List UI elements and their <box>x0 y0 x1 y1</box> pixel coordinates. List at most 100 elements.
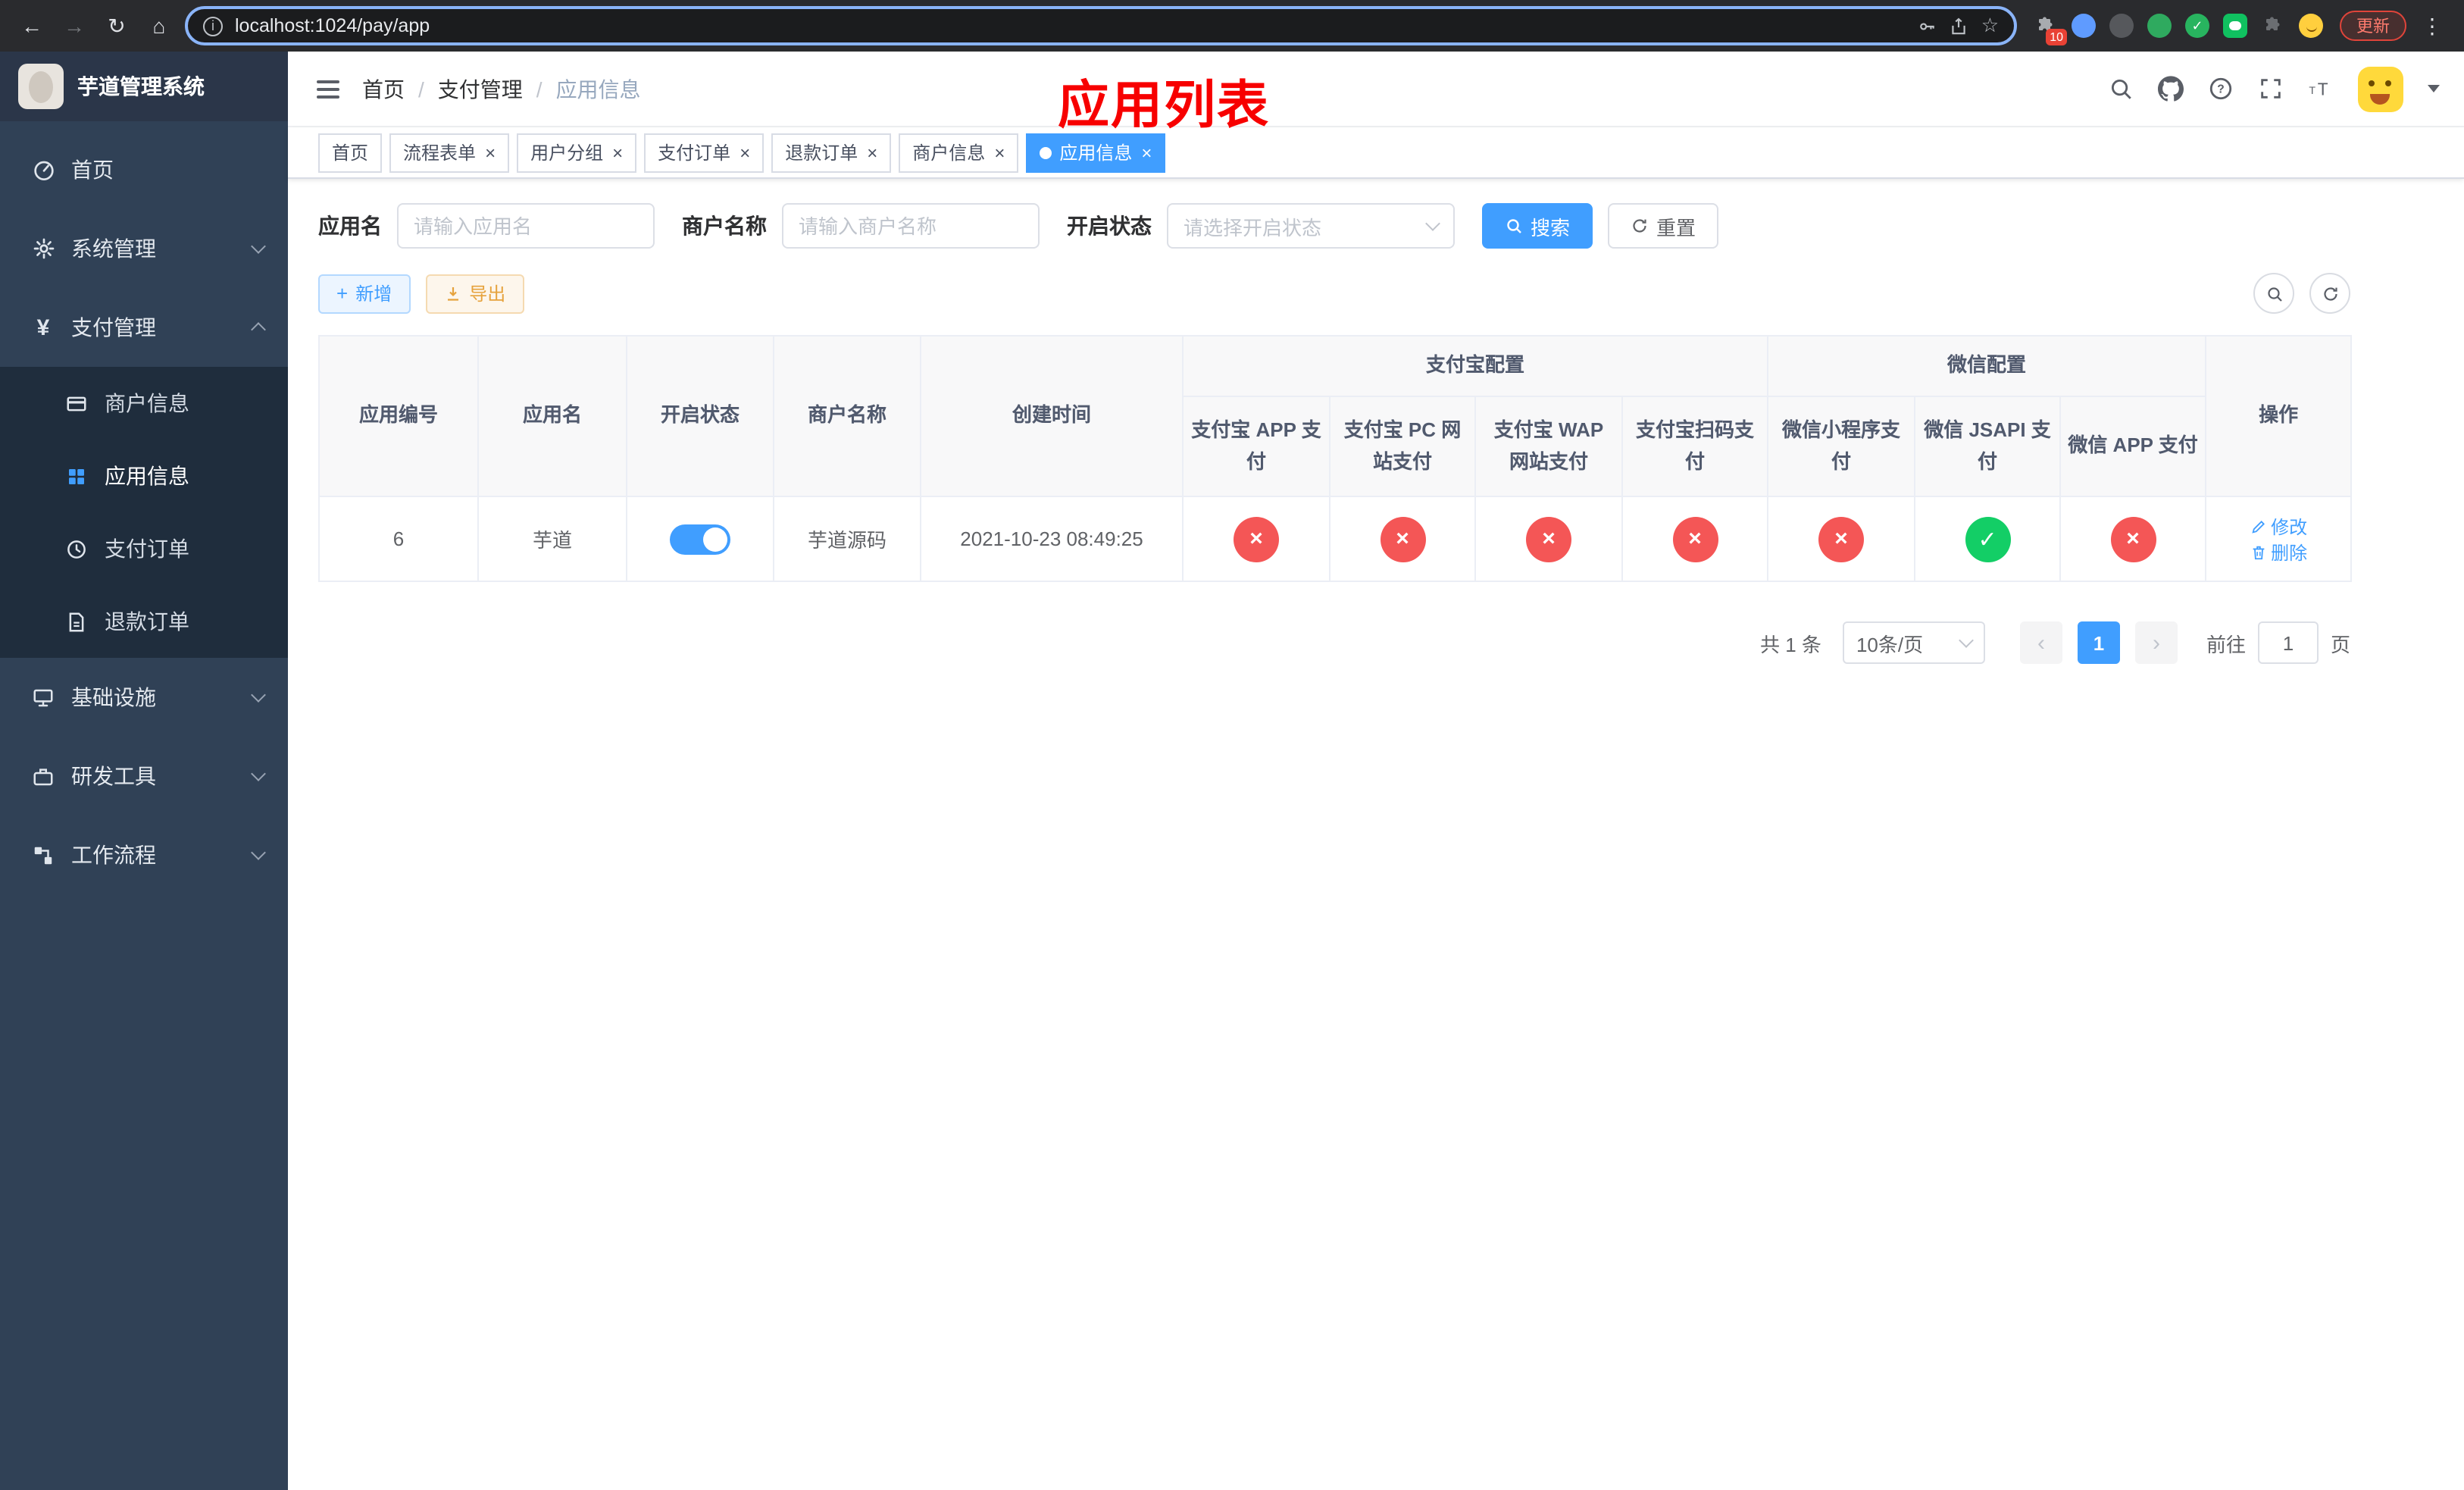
site-info-icon[interactable]: i <box>203 16 223 36</box>
help-icon[interactable]: ? <box>2208 76 2234 102</box>
sidebar-subitem-refund-order[interactable]: 退款订单 <box>0 585 288 658</box>
tab-item[interactable]: 流程表单 × <box>389 133 510 172</box>
sidebar-toggle-icon[interactable] <box>288 80 362 98</box>
tab-item[interactable]: 商户信息 × <box>899 133 1019 172</box>
tab-close-icon[interactable]: × <box>1141 143 1152 161</box>
svg-text:T: T <box>2309 85 2315 97</box>
app-logo-row[interactable]: 芋道管理系统 <box>0 52 288 121</box>
column-header: 微信小程序支付 <box>1767 396 1916 497</box>
sidebar-item-devtools[interactable]: 研发工具 <box>0 737 288 815</box>
sidebar-subitem-pay-order[interactable]: 支付订单 <box>0 512 288 585</box>
tab-item[interactable]: 退款订单 × <box>771 133 892 172</box>
sidebar-submenu: 商户信息 应用信息 支付订单退款订单 <box>0 367 288 658</box>
column-header: 支付宝 WAP 网站支付 <box>1474 396 1623 497</box>
table-head: 应用编号 应用名 开启状态 商户名称 创建时间 支付宝配置 微信配置 操作 支付宝 APP 支付… <box>318 335 2353 497</box>
breadcrumb-item[interactable]: 首页 <box>362 74 405 104</box>
config-cell: × <box>1182 496 1330 582</box>
goto-page: 前往 页 <box>2206 621 2350 664</box>
config-disabled-icon: × <box>1380 516 1425 562</box>
search-icon[interactable] <box>2108 76 2134 102</box>
sidebar-item-payment[interactable]: ¥ 支付管理 <box>0 288 288 367</box>
sidebar-item-home[interactable]: 首页 <box>0 130 288 209</box>
dashboard-icon <box>30 157 56 183</box>
tab-close-icon[interactable]: × <box>994 143 1005 161</box>
extension-emoji-icon[interactable] <box>2299 14 2323 38</box>
back-icon[interactable]: ← <box>15 9 48 42</box>
tab-label: 退款订单 <box>785 142 858 164</box>
tab-close-icon[interactable]: × <box>612 143 623 161</box>
user-menu-caret-icon[interactable] <box>2428 85 2440 92</box>
password-key-icon[interactable] <box>1918 16 1937 36</box>
enabled-switch[interactable] <box>670 524 730 554</box>
card-icon <box>64 390 89 416</box>
breadcrumb-item[interactable]: 支付管理 <box>438 74 523 104</box>
app-name-label: 应用名 <box>318 214 382 238</box>
edit-button[interactable]: 修改 <box>2250 513 2307 539</box>
home-icon[interactable]: ⌂ <box>142 9 176 42</box>
config-cell: ✓ <box>1914 496 2062 582</box>
sidebar-item-workflow[interactable]: 工作流程 <box>0 815 288 894</box>
current-page[interactable]: 1 <box>2077 621 2120 664</box>
merchant-name-label: 商户名称 <box>682 214 767 238</box>
user-avatar[interactable] <box>2358 66 2403 111</box>
column-header: 支付宝扫码支付 <box>1621 396 1769 497</box>
forward-icon[interactable]: → <box>58 9 91 42</box>
delete-button[interactable]: 删除 <box>2250 539 2307 565</box>
navbar-actions: ? TT <box>2108 66 2464 111</box>
page-size-select[interactable]: 10条/页 <box>1842 621 1985 664</box>
sidebar-item-system[interactable]: 系统管理 <box>0 209 288 288</box>
reset-button-label: 重置 <box>1656 216 1696 239</box>
tab-label: 应用信息 <box>1059 142 1133 164</box>
bookmark-star-icon[interactable]: ☆ <box>1981 14 1999 38</box>
refresh-icon[interactable] <box>2309 273 2350 314</box>
extension-chat-icon[interactable] <box>2223 14 2247 38</box>
export-button[interactable]: 导出 <box>425 274 524 313</box>
next-page-button[interactable]: › <box>2134 621 2178 664</box>
browser-update-button[interactable]: 更新 <box>2340 11 2406 41</box>
extension-badge: 10 <box>2046 29 2067 45</box>
prev-page-button[interactable]: ‹ <box>2019 621 2062 664</box>
merchant-name-input[interactable] <box>782 203 1040 249</box>
share-icon[interactable] <box>1950 16 1969 36</box>
extensions-puzzle-icon[interactable]: 10 <box>2034 14 2067 45</box>
sidebar-item-infra[interactable]: 基础设施 <box>0 658 288 737</box>
extension-puzzle2-icon[interactable] <box>2261 14 2285 38</box>
tab-item[interactable]: 用户分组 × <box>517 133 637 172</box>
table-body: 6 芋道 芋道源码 2021-10-23 08:49:25 × × × × × ✓ × 修改 删除 <box>318 496 2353 582</box>
sidebar-menu: 首页 系统管理 ¥ 支付管理 商户信息 应用信息 支付订单退款订单基础设施 研发工具工作流程 <box>0 121 288 1490</box>
browser-menu-icon[interactable]: ⋮ <box>2416 9 2449 42</box>
goto-page-input[interactable] <box>2257 621 2319 664</box>
font-size-icon[interactable]: TT <box>2308 76 2334 102</box>
reset-button[interactable]: 重置 <box>1608 203 1719 249</box>
extension-avatar-icon[interactable] <box>2147 14 2172 38</box>
extension-dark-icon[interactable] <box>2109 14 2134 38</box>
search-button[interactable]: 搜索 <box>1482 203 1593 249</box>
config-cell: × <box>1474 496 1623 582</box>
app-name-input[interactable] <box>397 203 655 249</box>
tab-close-icon[interactable]: × <box>867 143 877 161</box>
tab-label: 流程表单 <box>403 142 477 164</box>
extension-check-icon[interactable]: ✓ <box>2185 14 2209 38</box>
sidebar-item-label: 工作流程 <box>71 843 156 867</box>
fullscreen-icon[interactable] <box>2258 76 2284 102</box>
column-header: 微信 APP 支付 <box>2059 396 2207 497</box>
sidebar-item-label: 支付管理 <box>71 315 156 340</box>
toggle-search-icon[interactable] <box>2253 273 2294 314</box>
tab-item[interactable]: 支付订单 × <box>644 133 765 172</box>
github-icon[interactable] <box>2158 76 2184 102</box>
tab-close-icon[interactable]: × <box>740 143 750 161</box>
tab-close-icon[interactable]: × <box>485 143 496 161</box>
sidebar: 芋道管理系统 首页 系统管理 ¥ 支付管理 商户信息 应用信息 支付订单退款订单基础设施 研发… <box>0 52 288 1490</box>
reload-icon[interactable]: ↻ <box>100 9 133 42</box>
tab-active[interactable]: 应用信息 × <box>1026 133 1166 172</box>
group-header-alipay: 支付宝配置 <box>1181 335 1769 397</box>
config-disabled-icon: × <box>1526 516 1571 562</box>
sidebar-subitem-merchant-info[interactable]: 商户信息 <box>0 367 288 440</box>
sidebar-subitem-app-info[interactable]: 应用信息 <box>0 440 288 512</box>
add-button[interactable]: + 新增 <box>318 274 411 313</box>
status-select[interactable]: 请选择开启状态 <box>1167 203 1455 249</box>
sidebar-subitem-label: 退款订单 <box>105 609 189 634</box>
tab-item[interactable]: 首页 <box>318 133 383 172</box>
extension-pin-icon[interactable] <box>2072 14 2096 38</box>
address-bar[interactable]: i localhost:1024/pay/app ☆ <box>185 6 2017 45</box>
